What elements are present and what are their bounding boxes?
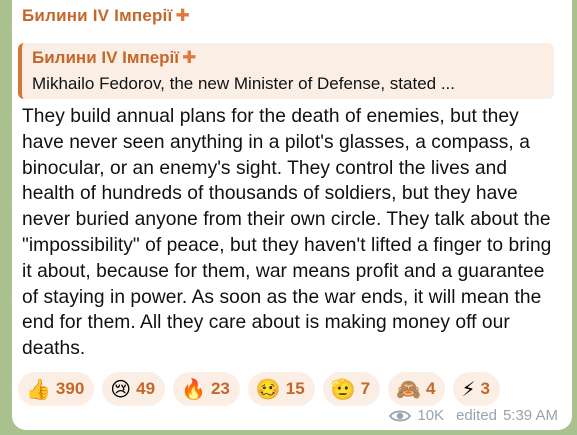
message-bubble: Билини IV Імперії ✚ Билини IV Імперії ✚ Mi… [12,0,572,430]
reaction-count: 49 [136,379,156,398]
reaction-thumbs-up[interactable]: 👍 390 [18,372,95,406]
reaction-see-no-evil-monkey[interactable]: 🙈 4 [388,372,446,406]
cross-icon: ✚ [182,48,197,67]
reply-quote[interactable]: Билини IV Імперії ✚ Mikhailo Fedorov, the… [18,43,554,99]
high-voltage-icon: ⚡ [461,377,476,401]
reaction-count: 23 [210,379,230,398]
reaction-crying-face[interactable]: 😢 49 [102,372,166,406]
woozy-face-icon: 🥴 [255,377,281,401]
reaction-woozy-face[interactable]: 🥴 15 [247,372,315,406]
thumbs-up-icon: 👍 [26,377,51,401]
message-meta: 10K edited 5:39 AM [389,407,558,424]
message-time: 5:39 AM [502,407,558,424]
eye-icon [389,410,412,421]
reactions-bar: 👍 390 😢 49 🔥 23 🥴 15 🫡 7 🙈 4 ⚡ 3 [18,372,500,406]
reaction-count: 7 [360,379,371,398]
reaction-high-voltage[interactable]: ⚡ 3 [453,372,500,406]
see-no-evil-monkey-icon: 🙈 [396,377,421,401]
reply-title-text: Билини IV Імперії [32,48,180,67]
reply-preview: Mikhailo Fedorov, the new Minister of De… [32,74,455,93]
channel-name-text: Билини IV Імперії [22,6,173,25]
reaction-count: 3 [480,379,490,398]
reaction-count: 4 [426,379,436,398]
reply-title: Билини IV Імперії ✚ [32,48,196,68]
saluting-face-icon: 🫡 [330,377,356,401]
message-text: They build annual plans for the death of… [22,106,552,360]
edited-label: edited [456,407,497,424]
fire-icon: 🔥 [181,377,206,401]
reaction-fire[interactable]: 🔥 23 [173,372,240,406]
crying-face-icon: 😢 [110,377,132,401]
reaction-count: 15 [285,379,305,398]
reaction-count: 390 [55,379,85,398]
views-count: 10K [417,407,445,424]
cross-icon: ✚ [175,6,190,25]
reaction-saluting-face[interactable]: 🫡 7 [322,372,381,406]
channel-name[interactable]: Билини IV Імперії ✚ [22,6,190,26]
